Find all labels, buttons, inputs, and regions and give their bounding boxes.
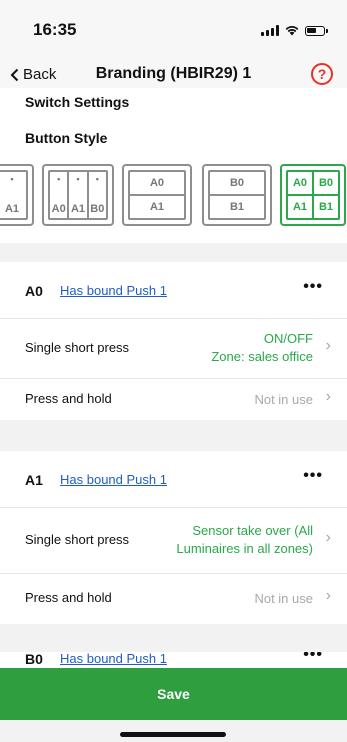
page-title: Branding (HBIR29) 1: [95, 65, 252, 82]
style-option-label: B1: [229, 201, 245, 213]
navigation-bar: Back Branding (HBIR29) 1 ?: [0, 63, 347, 88]
setting-value-line2: Zone: sales office: [211, 349, 313, 364]
button-style-heading: Button Style: [25, 130, 108, 146]
style-option-5-selected[interactable]: A0 B0 A1 B1: [280, 164, 346, 226]
style-option-label: A1: [4, 203, 20, 215]
setting-value: Sensor take over (All Luminaires in all …: [176, 522, 313, 558]
style-option-label: A1: [70, 203, 86, 215]
card-header: A1 Has bound Push 1 •••: [0, 451, 347, 508]
bound-push-link[interactable]: Has bound Push 1: [60, 652, 167, 666]
style-option-1[interactable]: • A1: [0, 164, 34, 226]
chevron-right-icon: ›: [325, 529, 331, 546]
setting-value-line2: Luminaires in all zones): [176, 541, 313, 556]
more-icon[interactable]: •••: [303, 278, 323, 296]
more-icon[interactable]: •••: [303, 467, 323, 485]
card-header: B0 Has bound Push 1 •••: [0, 652, 347, 668]
chevron-right-icon: ›: [325, 388, 331, 405]
save-button[interactable]: Save: [0, 668, 347, 720]
bound-push-link[interactable]: Has bound Push 1: [60, 283, 167, 298]
status-icons: [261, 25, 328, 36]
button-card-a0: A0 Has bound Push 1 ••• Single short pre…: [0, 262, 347, 420]
more-icon[interactable]: •••: [303, 652, 323, 664]
setting-value-line1: Sensor take over (All: [192, 523, 313, 538]
signal-icon: [261, 25, 279, 36]
bound-push-link[interactable]: Has bound Push 1: [60, 472, 167, 487]
setting-label: Press and hold: [25, 590, 112, 605]
button-style-options: • A1 • A0 • A1 • B0 A0 A1 B0 B1 A0 B0 A1…: [0, 164, 347, 228]
status-bar: 16:35: [0, 0, 347, 66]
setting-label: Single short press: [25, 340, 130, 355]
setting-label: Single short press: [25, 532, 130, 547]
button-id: B0: [25, 652, 43, 667]
button-card-b0: B0 Has bound Push 1 •••: [0, 652, 347, 668]
setting-value-line1: ON/OFF: [263, 331, 313, 346]
button-id: A0: [25, 283, 43, 299]
style-option-label: A1: [292, 201, 308, 213]
status-time: 16:35: [33, 20, 77, 39]
style-option-label: A0: [51, 203, 66, 215]
battery-icon: [305, 25, 328, 36]
style-option-label: A0: [149, 177, 165, 189]
style-option-label: B0: [90, 203, 105, 215]
style-option-4[interactable]: B0 B1: [202, 164, 272, 226]
switch-settings-heading: Switch Settings: [25, 94, 130, 110]
style-option-label: B0: [229, 177, 245, 189]
style-option-3[interactable]: A0 A1: [122, 164, 192, 226]
style-option-label: A0: [292, 177, 308, 189]
style-option-label: B0: [312, 172, 338, 194]
style-option-label: A1: [149, 201, 165, 213]
press-and-hold-row[interactable]: Press and hold Not in use ›: [0, 378, 347, 420]
setting-value: ON/OFF Zone: sales office: [211, 330, 313, 366]
button-card-a1: A1 Has bound Push 1 ••• Single short pre…: [0, 451, 347, 624]
style-option-2[interactable]: • A0 • A1 • B0: [42, 164, 114, 226]
help-icon[interactable]: ?: [311, 63, 333, 85]
home-indicator[interactable]: [120, 732, 226, 737]
wifi-icon: [285, 25, 299, 36]
chevron-right-icon: ›: [325, 337, 331, 354]
button-id: A1: [25, 472, 43, 488]
single-short-press-row[interactable]: Single short press ON/OFF Zone: sales of…: [0, 318, 347, 379]
style-option-label: B1: [312, 196, 338, 218]
chevron-right-icon: ›: [325, 587, 331, 604]
setting-label: Press and hold: [25, 391, 112, 406]
setting-value: Not in use: [254, 591, 313, 606]
single-short-press-row[interactable]: Single short press Sensor take over (All…: [0, 507, 347, 574]
setting-value: Not in use: [254, 392, 313, 407]
home-area: [0, 720, 347, 742]
press-and-hold-row[interactable]: Press and hold Not in use ›: [0, 573, 347, 623]
card-header: A0 Has bound Push 1 •••: [0, 262, 347, 319]
